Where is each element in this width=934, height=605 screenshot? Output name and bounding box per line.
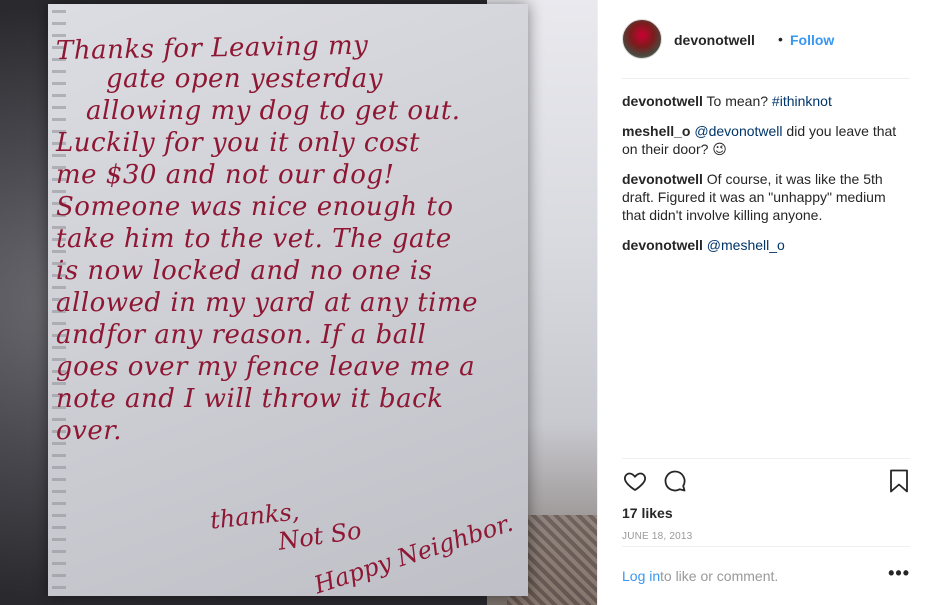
note-line: take him to the vet. The gate [56,224,452,254]
comments-list: devonotwell To mean? #ithinknot meshell_… [622,92,910,266]
note-line: allowing my dog to get out. [86,96,461,126]
post-footer: Log in to like or comment. ••• [622,546,910,603]
comment-item: devonotwell @meshell_o [622,236,910,254]
note-line: allowed in my yard at any time [56,288,479,318]
login-link[interactable]: Log in [622,568,660,584]
login-prompt-text: to like or comment. [660,568,779,584]
comment-username[interactable]: devonotwell [622,93,703,109]
note-line: over. [56,416,123,446]
comment-username[interactable]: devonotwell [622,171,703,187]
handwritten-note: Thanks for Leaving my gate open yesterda… [56,31,526,450]
heart-icon[interactable] [622,469,648,493]
comment-text: To mean? [706,93,769,109]
header-separator: • [778,31,783,47]
post-date[interactable]: JUNE 18, 2013 [622,531,910,542]
comment-hashtag[interactable]: #ithinknot [772,93,832,109]
note-line: is now locked and no one is [56,256,433,286]
note-line: me $30 and not our dog! [56,160,395,190]
comment-icon[interactable] [662,469,688,493]
comment-mention[interactable]: @devonotwell [694,123,782,139]
note-line: goes over my fence leave me a [56,352,476,382]
post-photo[interactable]: Thanks for Leaving my gate open yesterda… [0,0,597,605]
avatar[interactable] [622,19,662,59]
instagram-post: Thanks for Leaving my gate open yesterda… [0,0,934,605]
post-actions: 17 likes JUNE 18, 2013 [622,458,910,542]
comment-item: devonotwell To mean? #ithinknot [622,92,910,110]
note-line: Luckily for you it only cost [56,128,420,158]
follow-button[interactable]: Follow [790,32,834,48]
comment-item: devonotwell Of course, it was like the 5… [622,170,910,224]
header-username[interactable]: devonotwell [674,32,755,48]
note-line: gate open yesterday [106,64,383,94]
note-line: Thanks for Leaving my [55,30,369,67]
post-sidebar: devonotwell • Follow devonotwell To mean… [597,0,934,605]
more-icon[interactable]: ••• [888,563,910,584]
note-line: Someone was nice enough to [56,192,454,222]
comment-username[interactable]: meshell_o [622,123,690,139]
note-line: andfor any reason. If a ball [56,320,427,350]
comment-item: meshell_o @devonotwell did you leave tha… [622,122,910,158]
comment-mention[interactable]: @meshell_o [707,237,785,253]
note-line: note and I will throw it back [56,384,444,414]
bookmark-icon[interactable] [888,469,910,493]
post-header: devonotwell • Follow [622,0,910,79]
likes-count[interactable]: 17 likes [622,505,910,521]
comment-username[interactable]: devonotwell [622,237,703,253]
action-icons [622,459,910,501]
